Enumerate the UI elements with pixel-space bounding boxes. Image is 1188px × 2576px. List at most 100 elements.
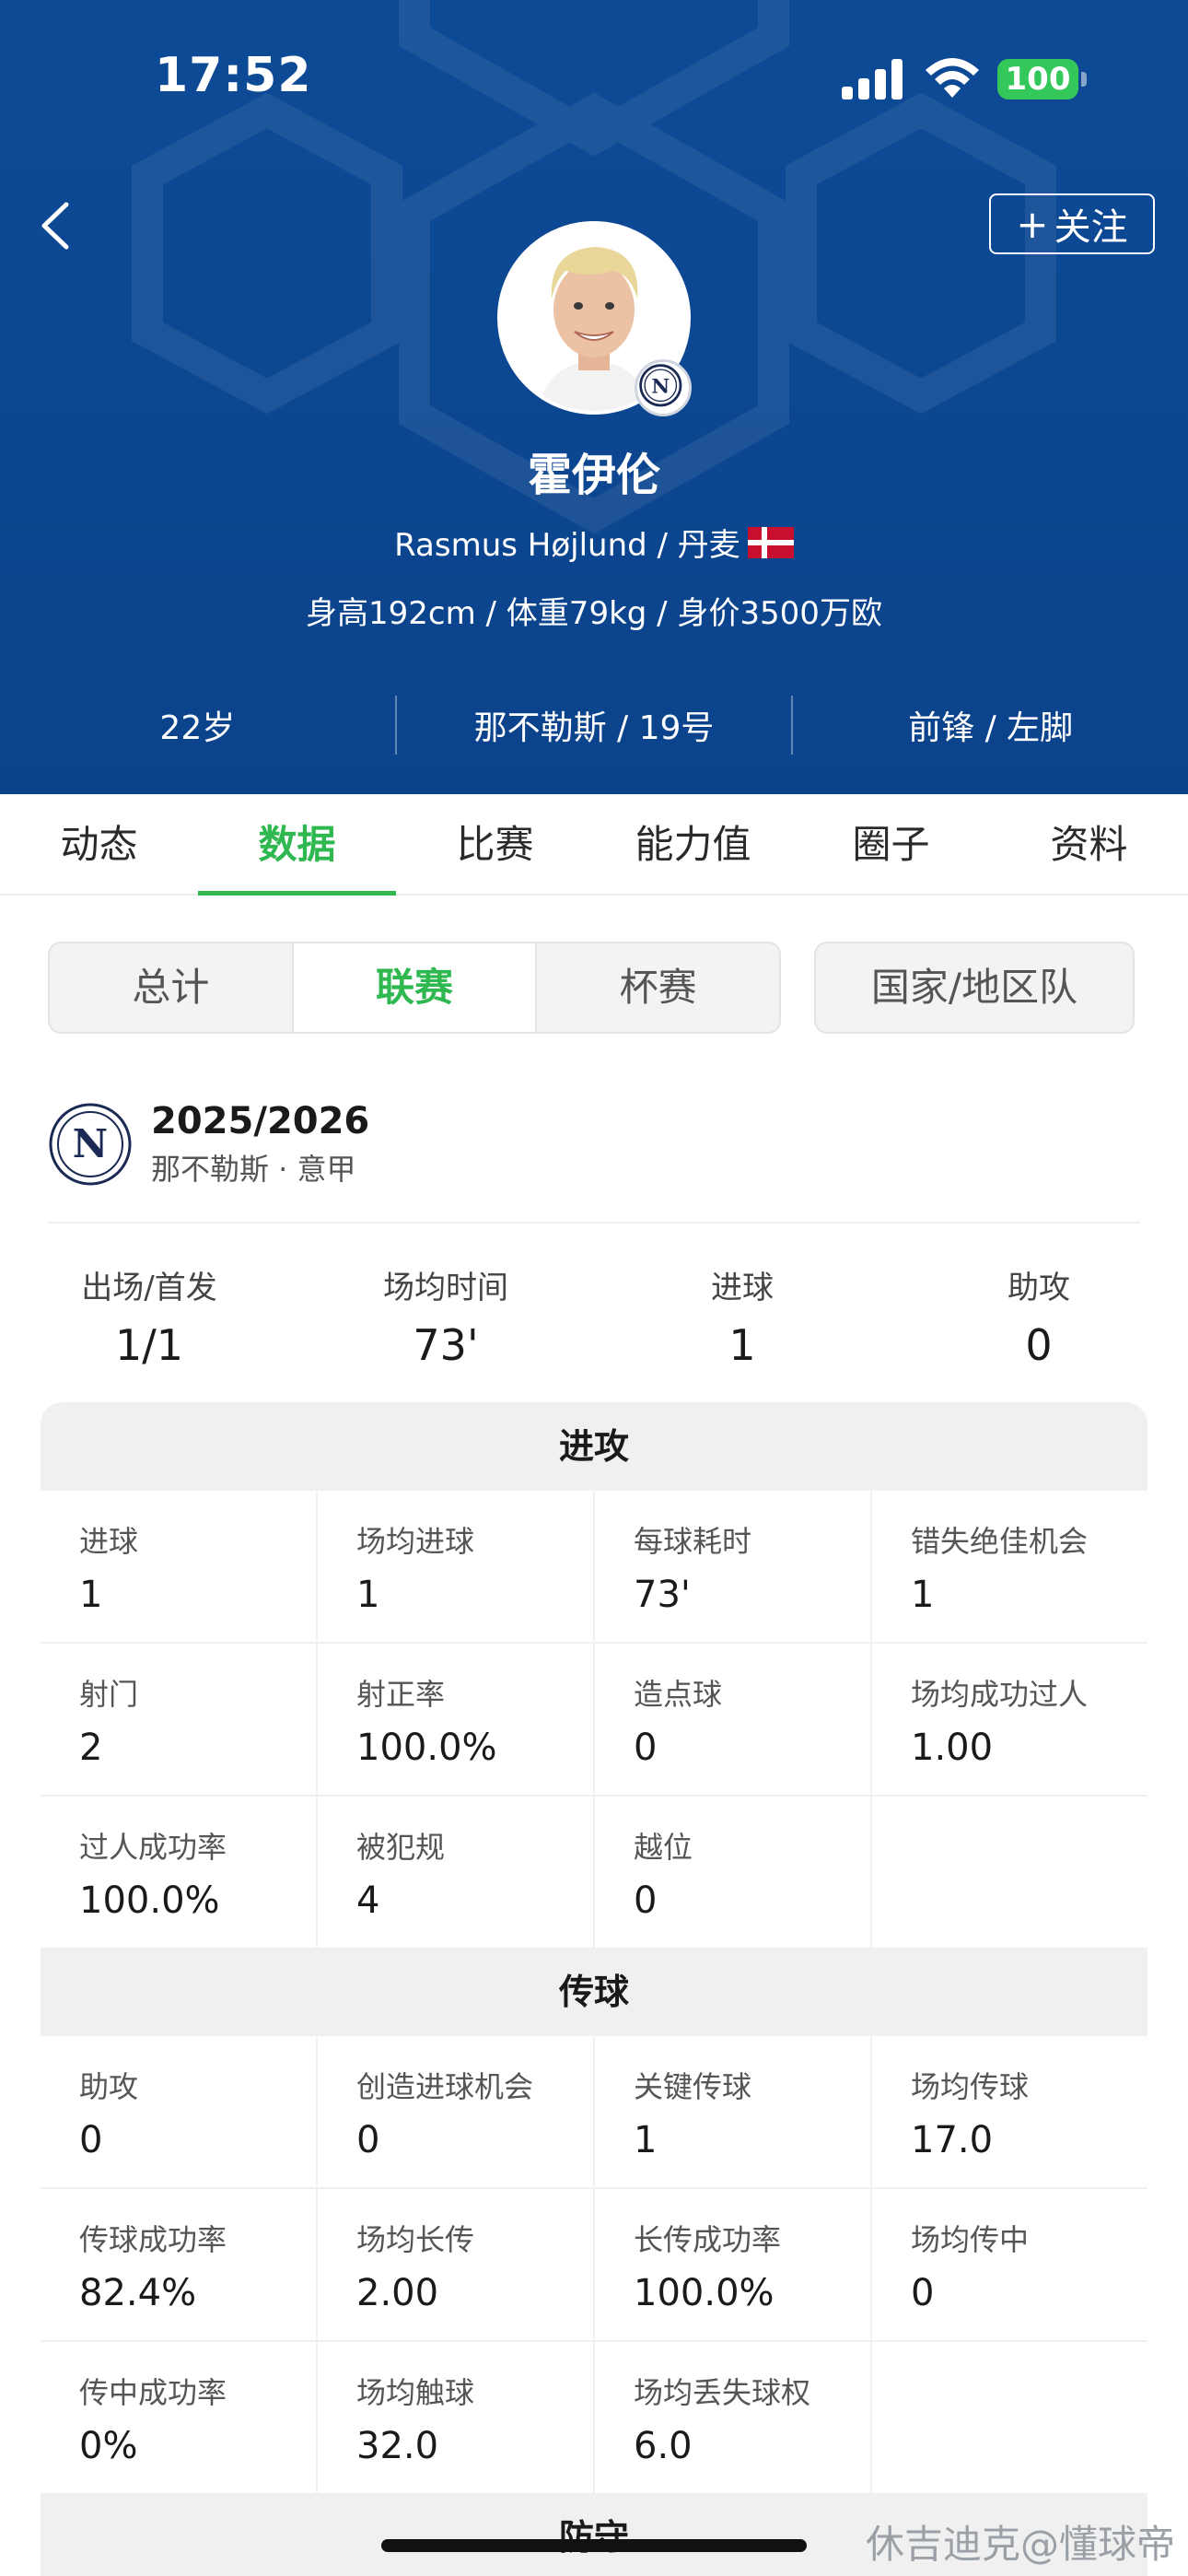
tab-profile[interactable]: 资料 xyxy=(990,794,1188,894)
tab-circle[interactable]: 圈子 xyxy=(792,794,990,894)
stat-cell: 场均丢失球权 6.0 xyxy=(595,2342,870,2493)
segment-total[interactable]: 总计 xyxy=(50,943,294,1032)
wifi-icon xyxy=(926,58,979,98)
watermark: 休吉迪克@懂球帝 xyxy=(866,2522,1176,2567)
stat-cell: 射门 2 xyxy=(41,1644,316,1795)
player-body-info: 身高192cm / 体重79kg / 身价3500万欧 xyxy=(306,595,882,632)
player-latin-country: Rasmus Højlund / 丹麦 xyxy=(0,520,1188,565)
summary-assists: 助攻 0 xyxy=(901,1262,1177,1370)
napoli-badge-icon: N xyxy=(635,359,692,416)
profile-tabs: 动态 数据 比赛 能力值 圈子 资料 xyxy=(0,794,1188,896)
stat-label: 创造进球机会 xyxy=(356,2069,534,2104)
summary-avg-minutes: 场均时间 73' xyxy=(308,1262,584,1370)
stat-cell: 长传成功率 100.0% xyxy=(595,2189,870,2340)
stat-cell: 进球 1 xyxy=(41,1491,316,1642)
player-name: 霍伊伦 xyxy=(527,450,660,501)
stat-value: 0 xyxy=(634,1879,658,1922)
denmark-flag-icon xyxy=(747,526,794,558)
stat-cell: 越位 0 xyxy=(595,1797,870,1948)
stat-value: 17.0 xyxy=(911,2119,994,2161)
player-position-foot: 前锋 / 左脚 xyxy=(908,709,1074,747)
stat-label: 进球 xyxy=(79,1524,139,1559)
stat-value: 2 xyxy=(79,1727,103,1769)
stat-cell: 场均成功过人 1.00 xyxy=(872,1644,1147,1795)
stat-label: 场均触球 xyxy=(356,2375,475,2410)
player-info-row: 22岁 那不勒斯 / 19号 前锋 / 左脚 xyxy=(0,693,1188,757)
season-year: 2025/2026 xyxy=(151,1100,370,1142)
tab-ratings[interactable]: 能力值 xyxy=(594,794,792,894)
player-club-number[interactable]: 那不勒斯 / 19号 xyxy=(397,701,792,749)
section-title-attack: 进攻 xyxy=(558,1426,629,1467)
stat-label: 射门 xyxy=(79,1677,139,1712)
stat-label: 场均进球 xyxy=(356,1524,475,1559)
stat-label: 造点球 xyxy=(634,1677,723,1712)
battery-nub xyxy=(1081,72,1087,87)
stat-value: 100.0% xyxy=(634,2272,775,2314)
stat-cell: 传中成功率 0% xyxy=(41,2342,316,2493)
stat-value: 1.00 xyxy=(911,1727,994,1769)
summary-value: 73' xyxy=(413,1320,479,1370)
tab-stats[interactable]: 数据 xyxy=(198,794,396,896)
stat-label: 过人成功率 xyxy=(79,1830,227,1865)
stat-value: 100.0% xyxy=(79,1879,220,1922)
stats-table: 进攻 进球 1 场均进球 1 每球耗时 73' 错失绝佳机会 1 射门 2 射正率 100.… xyxy=(41,1402,1147,2576)
tab-news[interactable]: 动态 xyxy=(0,794,198,894)
segment-cup[interactable]: 杯赛 xyxy=(537,943,779,1032)
summary-label: 进球 xyxy=(711,1270,774,1306)
follow-button[interactable]: + 关注 xyxy=(989,193,1155,254)
stat-label: 传中成功率 xyxy=(79,2375,227,2410)
summary-value: 1 xyxy=(728,1320,756,1370)
stat-value: 0 xyxy=(356,2119,380,2161)
summary-goals: 进球 1 xyxy=(604,1262,880,1370)
stat-value: 6.0 xyxy=(634,2425,693,2467)
summary-label: 出场/首发 xyxy=(81,1270,217,1306)
summary-appearances: 出场/首发 1/1 xyxy=(11,1262,287,1370)
stat-cell-empty xyxy=(872,1797,1147,1948)
stat-label: 助攻 xyxy=(79,2069,139,2104)
player-header: 17:52 100 + 关注 N 霍伊伦 Rasmus Højlund / 丹麦… xyxy=(0,0,1188,794)
stat-cell-empty xyxy=(872,2342,1147,2493)
napoli-badge-icon: N xyxy=(48,1102,133,1187)
follow-label: 关注 xyxy=(1054,206,1128,249)
player-age: 22岁 xyxy=(159,709,236,747)
section-title-passing: 传球 xyxy=(558,1972,629,2012)
stat-cell: 场均触球 32.0 xyxy=(318,2342,593,2493)
stat-label: 每球耗时 xyxy=(634,1524,752,1559)
stat-value: 32.0 xyxy=(356,2425,439,2467)
summary-value: 1/1 xyxy=(114,1320,184,1370)
stat-cell: 错失绝佳机会 1 xyxy=(872,1491,1147,1642)
back-arrow-icon[interactable] xyxy=(33,193,88,258)
player-latin-name: Rasmus Højlund / 丹麦 xyxy=(394,527,740,564)
segment-national-team[interactable]: 国家/地区队 xyxy=(814,942,1135,1034)
stat-cell: 创造进球机会 0 xyxy=(318,2036,593,2187)
stat-cell: 场均传中 0 xyxy=(872,2189,1147,2340)
svg-text:N: N xyxy=(651,375,670,398)
stat-label: 场均长传 xyxy=(356,2222,475,2257)
stat-cell: 每球耗时 73' xyxy=(595,1491,870,1642)
stat-value: 0% xyxy=(79,2425,138,2467)
stat-cell: 场均进球 1 xyxy=(318,1491,593,1642)
plus-icon: + xyxy=(1016,201,1049,247)
stat-label: 关键传球 xyxy=(634,2069,752,2104)
stat-value: 2.00 xyxy=(356,2272,439,2314)
stat-value: 1 xyxy=(79,1574,103,1616)
stat-value: 73' xyxy=(634,1574,691,1616)
segment-league[interactable]: 联赛 xyxy=(293,943,538,1032)
summary-label: 场均时间 xyxy=(383,1270,508,1306)
tab-matches[interactable]: 比赛 xyxy=(396,794,594,894)
svg-text:N: N xyxy=(73,1121,108,1166)
stat-cell: 场均传球 17.0 xyxy=(872,2036,1147,2187)
home-indicator[interactable] xyxy=(381,2539,807,2552)
summary-value: 0 xyxy=(1025,1320,1053,1370)
stat-label: 场均丢失球权 xyxy=(634,2375,811,2410)
stat-label: 场均传球 xyxy=(911,2069,1030,2104)
stat-label: 长传成功率 xyxy=(634,2222,782,2257)
stat-cell: 传球成功率 82.4% xyxy=(41,2189,316,2340)
stat-label: 场均传中 xyxy=(911,2222,1030,2257)
battery-level: 100 xyxy=(997,59,1078,100)
status-bar: 17:52 100 xyxy=(0,0,1188,138)
stat-value: 82.4% xyxy=(79,2272,197,2314)
stat-value: 0 xyxy=(79,2119,103,2161)
stat-value: 1 xyxy=(911,1574,935,1616)
stat-cell: 场均长传 2.00 xyxy=(318,2189,593,2340)
